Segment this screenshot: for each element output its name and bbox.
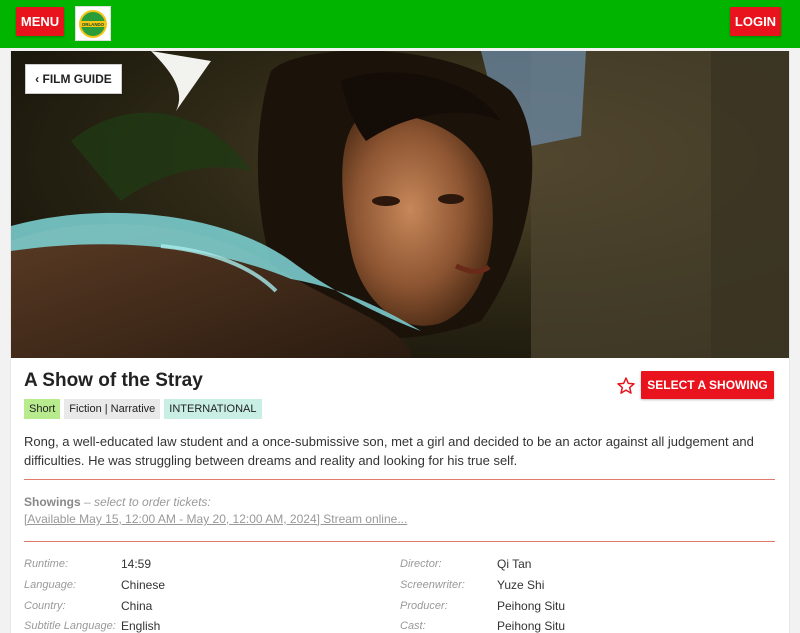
showings-title: Showings: [24, 495, 81, 509]
country-label: Country:: [24, 600, 66, 612]
showing-stream-link[interactable]: [Available May 15, 12:00 AM - May 20, 12…: [24, 512, 407, 526]
login-button[interactable]: LOGIN: [730, 7, 781, 36]
language-value: Chinese: [121, 578, 166, 592]
film-tags: Short Fiction | Narrative INTERNATIONAL: [24, 399, 262, 419]
language-label: Language:: [24, 579, 76, 591]
top-nav-bar: MENU ORLANDO LOGIN: [0, 0, 800, 48]
director-label: Director:: [400, 558, 442, 570]
menu-button[interactable]: MENU: [16, 7, 64, 36]
director-value: Qi Tan: [497, 557, 532, 571]
logo-emblem-icon: ORLANDO: [79, 9, 107, 38]
producer-label: Producer:: [400, 600, 448, 612]
divider: [24, 479, 775, 480]
film-still-illustration: [11, 51, 789, 358]
film-detail-card: ‹ FILM GUIDE A Show of the Stray Short F…: [10, 51, 790, 633]
select-a-showing-button[interactable]: SELECT A SHOWING: [641, 371, 774, 399]
tag-genre[interactable]: Fiction | Narrative: [64, 399, 161, 419]
festival-logo[interactable]: ORLANDO: [75, 6, 111, 41]
country-value: China: [121, 599, 153, 613]
producer-value: Peihong Situ: [497, 599, 566, 613]
runtime-label: Runtime:: [24, 558, 69, 570]
film-title: A Show of the Stray: [24, 370, 203, 391]
subtitle-language-value: English: [121, 619, 161, 633]
showings-hint: – select to order tickets:: [84, 495, 211, 509]
divider: [24, 541, 775, 542]
film-description: Rong, a well-educated law student and a …: [24, 434, 754, 468]
runtime-value: 14:59: [121, 557, 152, 571]
svg-text:ORLANDO: ORLANDO: [82, 21, 105, 26]
cast-value: Peihong Situ: [497, 619, 566, 633]
screenwriter-value: Yuze Shi: [497, 578, 545, 592]
favorite-star-icon[interactable]: [616, 376, 636, 396]
showings-heading: Showings – select to order tickets:: [24, 495, 211, 509]
subtitle-language-label: Subtitle Language:: [24, 620, 116, 632]
tag-international[interactable]: INTERNATIONAL: [164, 399, 262, 419]
back-to-film-guide-button[interactable]: ‹ FILM GUIDE: [25, 64, 122, 94]
film-still-image: ‹ FILM GUIDE: [11, 51, 789, 358]
tag-short[interactable]: Short: [24, 399, 61, 419]
screenwriter-label: Screenwriter:: [400, 579, 465, 591]
cast-label: Cast:: [400, 620, 426, 632]
